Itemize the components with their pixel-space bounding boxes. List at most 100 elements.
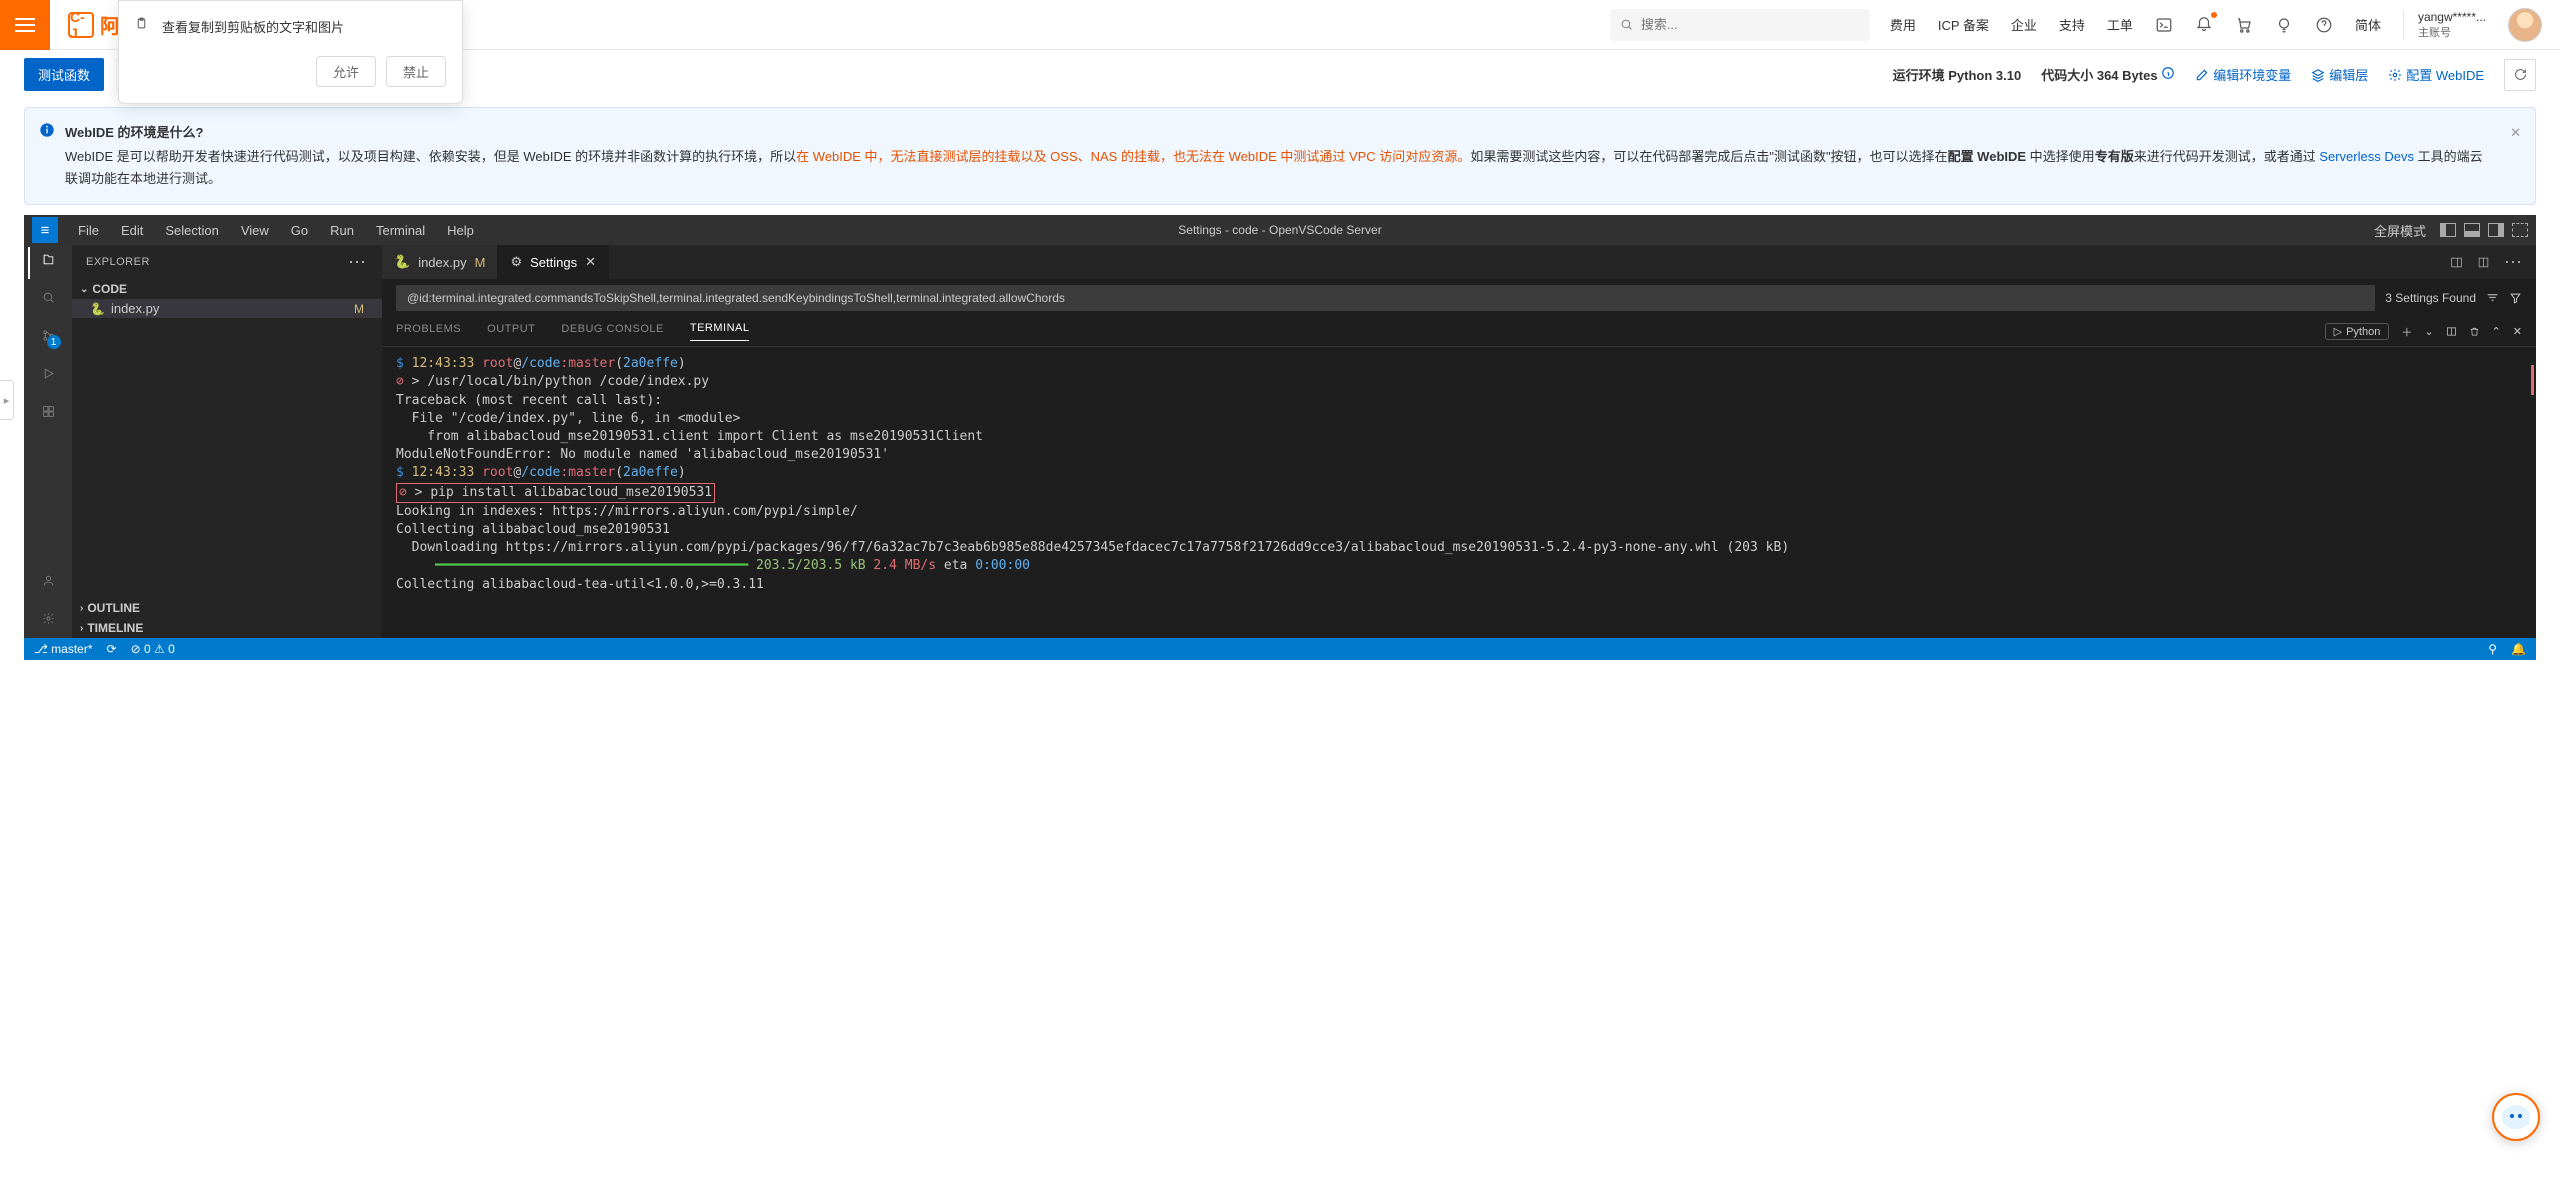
edit-layer-link[interactable]: 编辑层 [2311,65,2368,84]
user-info[interactable]: yangw*****... 主账号 [2403,10,2486,40]
gear-icon [2388,68,2402,82]
serverless-devs-link[interactable]: Serverless Devs [2319,149,2414,164]
username: yangw*****... [2418,10,2486,24]
help-icon[interactable] [2315,16,2333,34]
nav-icp[interactable]: ICP 备案 [1938,15,1989,34]
account-icon[interactable] [42,574,55,590]
timeline-section[interactable]: ›TIMELINE [72,618,382,638]
file-name: index.py [111,301,159,316]
problems-tab[interactable]: PROBLEMS [396,323,461,341]
codesize-info: 代码大小 364 Bytes [2041,65,2175,84]
fullscreen-toggle[interactable]: 全屏模式 [2374,221,2426,240]
split-terminal-icon[interactable] [2446,326,2457,337]
idea-icon[interactable] [2275,16,2293,34]
new-terminal-dropdown-icon[interactable]: ⌄ [2424,325,2433,338]
toggle-secondary-icon[interactable] [2488,223,2504,237]
refresh-button[interactable] [2504,59,2536,91]
account-type: 主账号 [2418,24,2451,40]
webide: ≡ File Edit Selection View Go Run Termin… [24,215,2536,660]
config-webide-link[interactable]: 配置 WebIDE [2388,65,2484,84]
status-branch[interactable]: ⎇ master* [34,642,93,656]
brand-logo[interactable]: C-J 阿 [68,10,120,39]
tab-index-py[interactable]: 🐍 index.py M [382,245,498,279]
open-editors-icon[interactable] [2477,256,2490,269]
close-tab-icon[interactable]: ✕ [585,254,596,270]
popup-text: 查看复制到剪贴板的文字和图片 [162,17,344,36]
scm-badge: 1 [47,335,61,349]
info-icon[interactable] [2161,66,2175,80]
debug-tab[interactable]: DEBUG CONSOLE [561,323,663,341]
nav-cost[interactable]: 费用 [1890,15,1916,34]
traceback-line: Traceback (most recent call last): [396,392,2522,410]
editor-tabs: 🐍 index.py M ⚙ Settings ✕ ⋯ [382,245,2536,279]
new-terminal-icon[interactable]: ＋ [2401,324,2412,340]
explorer-tab[interactable] [42,253,55,269]
maximize-panel-icon[interactable]: ⌃ [2492,325,2501,338]
search-tab[interactable] [42,291,55,307]
menu-edit[interactable]: Edit [111,219,153,242]
edit-icon [2195,68,2209,82]
outline-section[interactable]: ›OUTLINE [72,598,382,618]
code-section-header[interactable]: ⌄CODE [72,279,382,299]
nav-support[interactable]: 支持 [2059,15,2085,34]
explorer-more-icon[interactable]: ⋯ [348,252,368,273]
edit-env-link[interactable]: 编辑环境变量 [2195,65,2291,84]
scm-tab[interactable]: 1 [42,329,55,345]
notice-info-icon [39,122,55,138]
refresh-icon [2514,68,2527,81]
notice-close[interactable]: ✕ [2510,122,2521,144]
filter-icon[interactable] [2509,292,2522,305]
menu-file[interactable]: File [68,219,109,242]
customize-layout-icon[interactable] [2512,223,2528,237]
status-feedback-icon[interactable]: ⚲ [2488,642,2497,656]
hamburger-menu[interactable] [0,0,50,50]
split-editor-icon[interactable] [2450,256,2463,269]
assistant-chat-button[interactable] [2492,1093,2540,1141]
notice-body: WebIDE 是可以帮助开发者快速进行代码测试，以及项目构建、依赖安装，但是 W… [65,146,2495,190]
toggle-sidebar-icon[interactable] [2440,223,2456,237]
nav-enterprise[interactable]: 企业 [2011,15,2037,34]
status-problems[interactable]: ⊘ 0 ⚠ 0 [131,642,175,656]
clear-filter-icon[interactable] [2486,292,2499,305]
menu-view[interactable]: View [231,219,279,242]
output-tab[interactable]: OUTPUT [487,323,535,341]
settings-icon[interactable] [42,612,55,628]
toggle-panel-icon[interactable] [2464,223,2480,237]
lang-switch[interactable]: 简体 [2355,15,2381,34]
cloud-shell-icon[interactable] [2155,16,2173,34]
global-search[interactable] [1610,9,1870,41]
menu-terminal[interactable]: Terminal [366,219,435,242]
menu-help[interactable]: Help [437,219,484,242]
nav-ticket[interactable]: 工单 [2107,15,2133,34]
run-tab[interactable] [42,367,55,383]
status-sync[interactable]: ⟳ [107,642,117,656]
layers-icon [2311,68,2325,82]
bell-icon[interactable] [2195,14,2213,32]
status-bell-icon[interactable]: 🔔 [2511,642,2526,656]
allow-button[interactable]: 允许 [316,56,376,87]
close-panel-icon[interactable]: ✕ [2513,325,2522,338]
editor-area: 🐍 index.py M ⚙ Settings ✕ ⋯ [382,245,2536,638]
file-index-py[interactable]: 🐍 index.py M [72,299,382,318]
clipboard-permission-popup: 查看复制到剪贴板的文字和图片 允许 禁止 [118,0,463,104]
terminal-tab[interactable]: TERMINAL [690,322,750,341]
terminal-profile[interactable]: ▷ Python [2325,323,2390,340]
expand-sidebar-handle[interactable]: ▸ [0,380,14,420]
avatar[interactable] [2508,8,2542,42]
search-input[interactable] [1641,17,1860,32]
tab-settings[interactable]: ⚙ Settings ✕ [498,245,609,279]
settings-search-input[interactable] [396,285,2375,311]
terminal-content[interactable]: $ 12:43:33 root@/code:master(2a0effe) ⊘ … [382,347,2536,638]
activity-bar: 1 [24,245,72,638]
scroll-indicator [2531,365,2534,395]
kill-terminal-icon[interactable] [2469,326,2480,337]
brand-text: 阿 [100,10,120,39]
menu-go[interactable]: Go [281,219,318,242]
deny-button[interactable]: 禁止 [386,56,446,87]
menu-run[interactable]: Run [320,219,364,242]
extensions-tab[interactable] [42,405,55,421]
test-function-button[interactable]: 测试函数 [24,58,104,91]
menu-selection[interactable]: Selection [155,219,228,242]
cart-icon[interactable] [2235,16,2253,34]
editor-more-icon[interactable]: ⋯ [2504,252,2524,273]
